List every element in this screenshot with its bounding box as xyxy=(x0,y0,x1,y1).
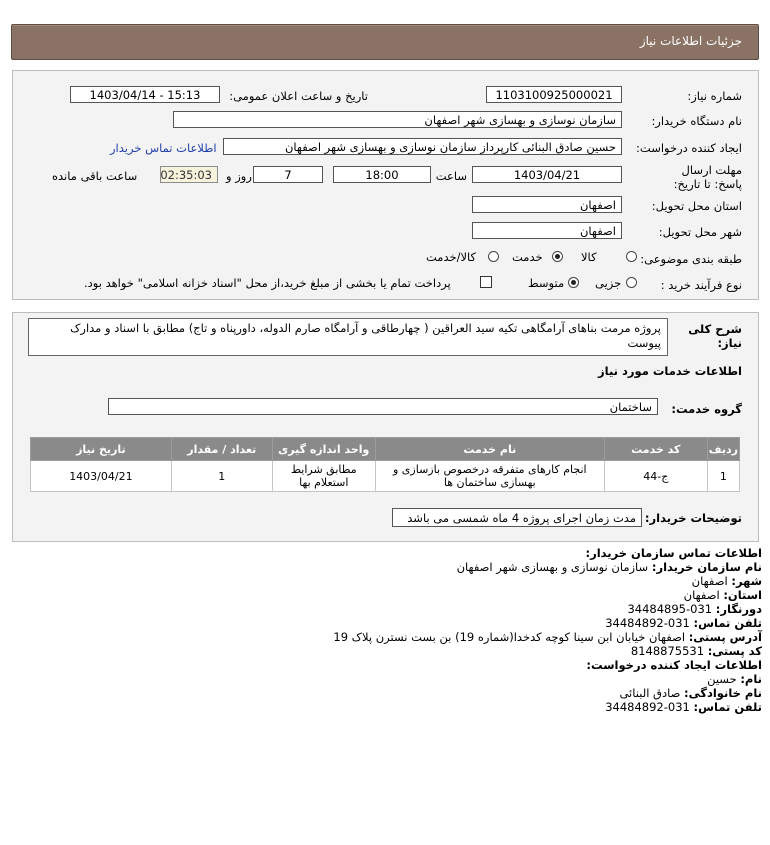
category-label: طبقه بندی موضوعی: xyxy=(640,252,742,266)
process-label: نوع فرآیند خرید : xyxy=(660,278,742,292)
deadline-label: مهلت ارسال پاسخ: تا تاریخ: xyxy=(673,163,742,191)
col-row: ردیف xyxy=(706,437,741,461)
description-field: پروژه مرمت بناهای آرامگاهی تکیه سید العر… xyxy=(28,318,668,356)
process-option-minor: جزیی xyxy=(595,276,622,290)
col-unit: واحد اندازه گیری xyxy=(271,437,376,461)
deadline-time-field: 18:00 xyxy=(333,166,431,183)
contact-fax: دورنگار: 031-34484895 xyxy=(627,602,762,616)
col-qty: تعداد / مقدار xyxy=(170,437,273,461)
buyer-notes-field: مدت زمان اجرای پروژه 4 ماه شمسی می باشد xyxy=(392,508,642,527)
category-option-goods: کالا xyxy=(581,250,597,264)
remaining-label: ساعت باقی مانده xyxy=(52,169,138,183)
delivery-city-field: اصفهان xyxy=(472,222,622,239)
contact-province: استان: اصفهان xyxy=(683,588,762,602)
cell-qty: 1 xyxy=(170,460,273,492)
requester-field: حسین صادق البنائی کارپرداز سازمان نوسازی… xyxy=(223,138,622,155)
contact-phone: تلفن تماس: 031-34484892 xyxy=(605,616,762,630)
remaining-time-field: 02:35:03 xyxy=(160,166,218,183)
delivery-province-label: استان محل تحویل: xyxy=(651,199,742,213)
page-header: جزئیات اطلاعات نیاز xyxy=(11,24,759,60)
delivery-city-label: شهر محل تحویل: xyxy=(658,225,742,239)
buyer-notes-label: توضیحات خریدار: xyxy=(644,511,742,525)
category-option-goods-service: کالا/خدمت xyxy=(426,250,477,264)
category-radio-goods-service[interactable] xyxy=(488,251,499,262)
buyer-contact-link[interactable]: اطلاعات تماس خریدار xyxy=(110,141,217,155)
days-field: 7 xyxy=(253,166,323,183)
contact-section-title: اطلاعات تماس سازمان خریدار: xyxy=(585,546,762,560)
page-title: جزئیات اطلاعات نیاز xyxy=(639,34,742,48)
contact-postal: کد پستی: 8148875531 xyxy=(630,644,762,658)
service-group-label: گروه خدمت: xyxy=(671,402,742,416)
services-table: ردیف کد خدمت نام خدمت واحد اندازه گیری ت… xyxy=(30,437,741,492)
services-title: اطلاعات خدمات مورد نیاز xyxy=(598,364,742,378)
table-header-row: ردیف کد خدمت نام خدمت واحد اندازه گیری ت… xyxy=(30,437,741,461)
delivery-province-field: اصفهان xyxy=(472,196,622,213)
contact-org: نام سازمان خریدار: سازمان نوسازی و بهساز… xyxy=(456,560,762,574)
process-radio-medium[interactable] xyxy=(568,277,579,288)
process-option-medium: متوسط xyxy=(528,276,565,290)
creator-last-name: نام خانوادگی: صادق البنائی xyxy=(619,686,762,700)
treasury-checkbox[interactable] xyxy=(480,276,492,288)
deadline-date-field: 1403/04/21 xyxy=(472,166,622,183)
time-label: ساعت xyxy=(435,169,467,183)
creator-first-name: نام: حسین xyxy=(707,672,762,686)
buyer-org-field: سازمان نوسازی و بهسازی شهر اصفهان xyxy=(173,111,622,128)
category-option-service: خدمت xyxy=(512,250,543,264)
category-radio-service[interactable] xyxy=(552,251,563,262)
col-code: کد خدمت xyxy=(603,437,708,461)
contact-address: آدرس پستی: اصفهان خیابان ابن سینا کوچه ک… xyxy=(333,630,762,644)
announce-label: تاریخ و ساعت اعلان عمومی: xyxy=(229,89,368,103)
category-radio-goods[interactable] xyxy=(626,251,637,262)
days-label: روز و xyxy=(226,169,252,183)
process-radio-minor[interactable] xyxy=(626,277,637,288)
col-name: نام خدمت xyxy=(374,437,605,461)
contact-city: شهر: اصفهان xyxy=(691,574,762,588)
requester-label: ایجاد کننده درخواست: xyxy=(636,141,742,155)
cell-unit: مطابق شرایط استعلام بها xyxy=(271,460,376,492)
description-label: شرح کلی نیاز: xyxy=(688,322,742,350)
need-number-field: 1103100925000021 xyxy=(486,86,622,103)
cell-row: 1 xyxy=(706,460,741,492)
service-group-field: ساختمان xyxy=(108,398,658,415)
cell-name: انجام کارهای متفرقه درخصوص بازسازی و بهس… xyxy=(374,460,605,492)
treasury-note: پرداخت تمام یا بخشی از مبلغ خرید،از محل … xyxy=(84,276,451,290)
col-date: تاریخ نیاز xyxy=(30,437,172,461)
cell-date: 1403/04/21 xyxy=(30,460,172,492)
buyer-org-label: نام دستگاه خریدار: xyxy=(651,114,742,128)
creator-section-title: اطلاعات ایجاد کننده درخواست: xyxy=(586,658,762,672)
table-row: 1 ج-44 انجام کارهای متفرقه درخصوص بازساز… xyxy=(30,460,741,492)
cell-code: ج-44 xyxy=(603,460,708,492)
announce-field: 1403/04/14 - 15:13 xyxy=(70,86,220,103)
creator-phone: تلفن تماس: 031-34484892 xyxy=(605,700,762,714)
need-number-label: شماره نیاز: xyxy=(687,89,742,103)
